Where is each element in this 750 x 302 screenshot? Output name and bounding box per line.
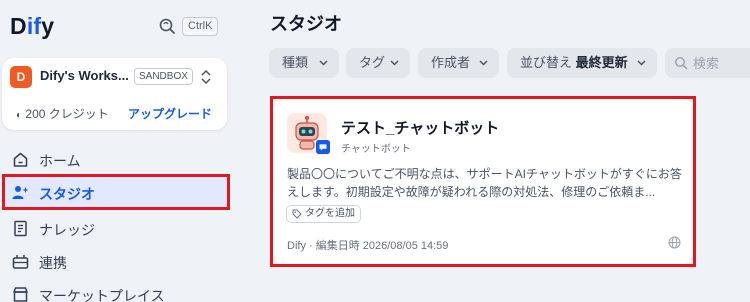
chevron-up-down-icon[interactable]: [200, 68, 212, 86]
creator-filter[interactable]: 作成者: [418, 48, 499, 78]
workspace-card: D Dify's Works... SANDBOX ◐ 200 クレジット アッ…: [2, 58, 227, 130]
main-content: スタジオ 種類 タグ 作成者 並び替え 最終更新 検索 テスト_チャットボット …: [240, 0, 750, 302]
sidebar-item-label: スタジオ: [39, 186, 95, 202]
upgrade-link[interactable]: アップグレード: [128, 105, 212, 122]
page-title: スタジオ: [270, 14, 342, 34]
search-input[interactable]: [693, 48, 750, 78]
app-description: 製品〇〇についてご不明な点は、サポートAIチャットボットがすぐにお答えします。初…: [287, 167, 682, 199]
dify-logo[interactable]: Dify: [10, 13, 54, 40]
sidebar-item-knowledge[interactable]: ナレッジ: [0, 212, 240, 245]
search-icon: [674, 56, 688, 70]
sidebar-item-integrations[interactable]: 連携: [0, 245, 240, 278]
chevron-down-icon: [479, 60, 488, 66]
coin-icon: ◐: [16, 110, 23, 121]
search-icon[interactable]: [158, 17, 176, 35]
sidebar-item-studio[interactable]: スタジオ: [2, 174, 230, 210]
marketplace-icon: [13, 287, 28, 302]
sidebar: Dify CtrlK D Dify's Works... SANDBOX ◐ 2…: [0, 0, 240, 302]
tag-icon: [292, 209, 302, 219]
app-type: チャットボット: [341, 144, 411, 155]
sidebar-item-label: 連携: [39, 255, 67, 271]
book-icon: [14, 220, 27, 237]
tag-filter[interactable]: タグ: [346, 48, 410, 78]
type-filter[interactable]: 種類: [269, 48, 339, 78]
add-tag-button[interactable]: タグを追加: [286, 205, 361, 223]
chevron-down-icon: [637, 60, 646, 66]
sidebar-item-marketplace[interactable]: マーケットプレイス: [0, 278, 240, 302]
shortcut-badge: CtrlK: [182, 17, 219, 36]
integration-icon: [12, 255, 29, 269]
studio-icon: [12, 186, 29, 199]
chevron-down-icon: [390, 60, 399, 66]
app-meta: Dify · 編集日時 2026/08/05 14:59: [287, 240, 449, 252]
workspace-avatar: D: [10, 66, 32, 88]
sort-select[interactable]: 並び替え 最終更新: [507, 48, 657, 78]
sidebar-item-label: ホーム: [39, 153, 81, 169]
sidebar-item-home[interactable]: ホーム: [0, 143, 240, 176]
home-icon: [13, 152, 28, 167]
credits-label: ◐ 200 クレジット: [16, 107, 109, 121]
search-box[interactable]: [665, 48, 750, 78]
workspace-name[interactable]: Dify's Works...: [40, 68, 129, 83]
app-title[interactable]: テスト_チャットボット: [341, 117, 499, 138]
sort-value: 最終更新: [575, 55, 628, 70]
sidebar-nav: ホーム スタジオ ナレッジ 連携 マーケットプレイス: [0, 143, 240, 302]
sidebar-item-label: ナレッジ: [39, 222, 95, 238]
app-card[interactable]: テスト_チャットボット チャットボット 製品〇〇についてご不明な点は、サポートA…: [273, 99, 693, 264]
plan-badge: SANDBOX: [134, 68, 193, 85]
chat-badge-icon: [315, 139, 331, 155]
sidebar-item-label: マーケットプレイス: [39, 288, 165, 302]
chevron-down-icon: [319, 60, 328, 66]
globe-icon: [668, 236, 681, 249]
